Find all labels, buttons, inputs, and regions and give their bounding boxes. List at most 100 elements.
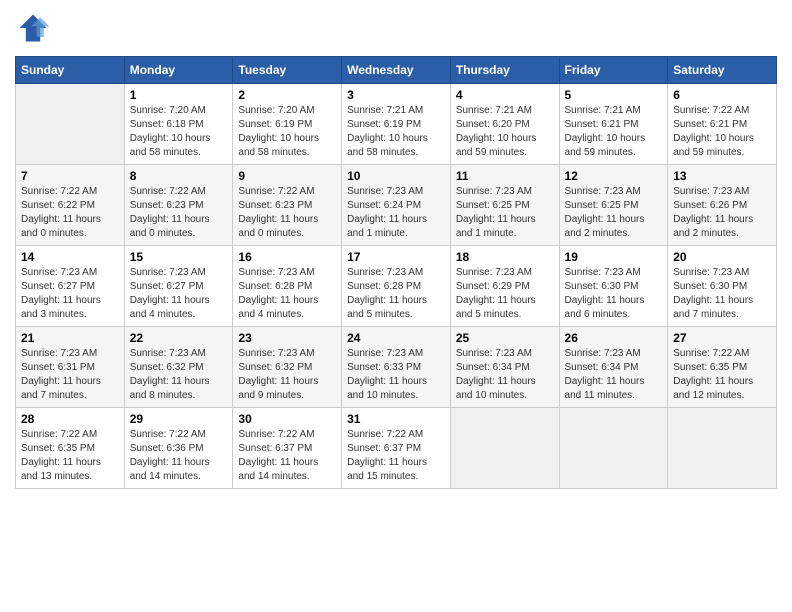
- day-info: Sunrise: 7:23 AM Sunset: 6:30 PM Dayligh…: [673, 266, 771, 322]
- day-info: Sunrise: 7:21 AM Sunset: 6:19 PM Dayligh…: [347, 104, 445, 160]
- calendar-cell: 11 Sunrise: 7:23 AM Sunset: 6:25 PM Dayli…: [450, 165, 559, 246]
- calendar-cell: [450, 408, 559, 489]
- day-number: 18: [456, 250, 554, 264]
- day-info: Sunrise: 7:23 AM Sunset: 6:28 PM Dayligh…: [238, 266, 336, 322]
- day-number: 13: [673, 169, 771, 183]
- day-number: 27: [673, 331, 771, 345]
- calendar-week-row: 28Sunrise: 7:22 AM Sunset: 6:35 PM Dayli…: [16, 408, 777, 489]
- day-number: 21: [21, 331, 119, 345]
- calendar-cell: 23 Sunrise: 7:23 AM Sunset: 6:32 PM Dayli…: [233, 327, 342, 408]
- weekday-header-cell: Saturday: [668, 57, 777, 84]
- day-info: Sunrise: 7:20 AM Sunset: 6:19 PM Dayligh…: [238, 104, 336, 160]
- day-info: Sunrise: 7:23 AM Sunset: 6:25 PM Dayligh…: [456, 185, 554, 241]
- calendar-cell: [16, 84, 125, 165]
- day-info: Sunrise: 7:21 AM Sunset: 6:21 PM Dayligh…: [565, 104, 663, 160]
- calendar-cell: 12 Sunrise: 7:23 AM Sunset: 6:25 PM Dayli…: [559, 165, 668, 246]
- calendar-cell: 18Sunrise: 7:23 AM Sunset: 6:29 PM Dayli…: [450, 246, 559, 327]
- calendar-cell: 4 Sunrise: 7:21 AM Sunset: 6:20 PM Daylig…: [450, 84, 559, 165]
- day-number: 11: [456, 169, 554, 183]
- day-number: 28: [21, 412, 119, 426]
- calendar-cell: 9 Sunrise: 7:22 AM Sunset: 6:23 PM Daylig…: [233, 165, 342, 246]
- calendar-cell: 31 Sunrise: 7:22 AM Sunset: 6:37 PM Dayli…: [342, 408, 451, 489]
- day-number: 4: [456, 88, 554, 102]
- day-number: 26: [565, 331, 663, 345]
- day-number: 5: [565, 88, 663, 102]
- calendar-cell: 20 Sunrise: 7:23 AM Sunset: 6:30 PM Dayli…: [668, 246, 777, 327]
- day-number: 31: [347, 412, 445, 426]
- day-info: Sunrise: 7:22 AM Sunset: 6:36 PM Dayligh…: [130, 428, 228, 484]
- calendar-week-row: 21 Sunrise: 7:23 AM Sunset: 6:31 PM Dayli…: [16, 327, 777, 408]
- day-number: 17: [347, 250, 445, 264]
- day-number: 7: [21, 169, 119, 183]
- day-number: 20: [673, 250, 771, 264]
- day-number: 24: [347, 331, 445, 345]
- day-number: 22: [130, 331, 228, 345]
- day-number: 15: [130, 250, 228, 264]
- day-info: Sunrise: 7:20 AM Sunset: 6:18 PM Dayligh…: [130, 104, 228, 160]
- day-info: Sunrise: 7:23 AM Sunset: 6:28 PM Dayligh…: [347, 266, 445, 322]
- day-number: 12: [565, 169, 663, 183]
- day-number: 9: [238, 169, 336, 183]
- calendar-week-row: 7Sunrise: 7:22 AM Sunset: 6:22 PM Daylig…: [16, 165, 777, 246]
- day-number: 30: [238, 412, 336, 426]
- calendar-cell: 2 Sunrise: 7:20 AM Sunset: 6:19 PM Daylig…: [233, 84, 342, 165]
- calendar-body: 1 Sunrise: 7:20 AM Sunset: 6:18 PM Daylig…: [16, 84, 777, 489]
- day-info: Sunrise: 7:23 AM Sunset: 6:34 PM Dayligh…: [565, 347, 663, 403]
- day-info: Sunrise: 7:23 AM Sunset: 6:24 PM Dayligh…: [347, 185, 445, 241]
- day-info: Sunrise: 7:23 AM Sunset: 6:33 PM Dayligh…: [347, 347, 445, 403]
- calendar-cell: 25Sunrise: 7:23 AM Sunset: 6:34 PM Dayli…: [450, 327, 559, 408]
- weekday-header-cell: Friday: [559, 57, 668, 84]
- calendar-cell: 14Sunrise: 7:23 AM Sunset: 6:27 PM Dayli…: [16, 246, 125, 327]
- calendar-cell: 27 Sunrise: 7:22 AM Sunset: 6:35 PM Dayli…: [668, 327, 777, 408]
- day-info: Sunrise: 7:23 AM Sunset: 6:26 PM Dayligh…: [673, 185, 771, 241]
- calendar-cell: 21 Sunrise: 7:23 AM Sunset: 6:31 PM Dayli…: [16, 327, 125, 408]
- calendar-table: SundayMondayTuesdayWednesdayThursdayFrid…: [15, 56, 777, 489]
- day-info: Sunrise: 7:21 AM Sunset: 6:20 PM Dayligh…: [456, 104, 554, 160]
- calendar-cell: 26 Sunrise: 7:23 AM Sunset: 6:34 PM Dayli…: [559, 327, 668, 408]
- calendar-cell: [559, 408, 668, 489]
- calendar-cell: 6 Sunrise: 7:22 AM Sunset: 6:21 PM Daylig…: [668, 84, 777, 165]
- calendar-cell: 15Sunrise: 7:23 AM Sunset: 6:27 PM Dayli…: [124, 246, 233, 327]
- day-info: Sunrise: 7:22 AM Sunset: 6:37 PM Dayligh…: [347, 428, 445, 484]
- calendar-cell: 7Sunrise: 7:22 AM Sunset: 6:22 PM Daylig…: [16, 165, 125, 246]
- calendar-cell: 30 Sunrise: 7:22 AM Sunset: 6:37 PM Dayli…: [233, 408, 342, 489]
- day-info: Sunrise: 7:22 AM Sunset: 6:35 PM Dayligh…: [673, 347, 771, 403]
- calendar-cell: 10Sunrise: 7:23 AM Sunset: 6:24 PM Dayli…: [342, 165, 451, 246]
- day-info: Sunrise: 7:22 AM Sunset: 6:23 PM Dayligh…: [238, 185, 336, 241]
- calendar-cell: 29Sunrise: 7:22 AM Sunset: 6:36 PM Dayli…: [124, 408, 233, 489]
- calendar-cell: [668, 408, 777, 489]
- calendar-cell: 24 Sunrise: 7:23 AM Sunset: 6:33 PM Dayli…: [342, 327, 451, 408]
- day-number: 2: [238, 88, 336, 102]
- weekday-header-cell: Thursday: [450, 57, 559, 84]
- weekday-header-cell: Monday: [124, 57, 233, 84]
- day-info: Sunrise: 7:23 AM Sunset: 6:31 PM Dayligh…: [21, 347, 119, 403]
- calendar-cell: 22 Sunrise: 7:23 AM Sunset: 6:32 PM Dayli…: [124, 327, 233, 408]
- weekday-header-cell: Wednesday: [342, 57, 451, 84]
- calendar-cell: 28Sunrise: 7:22 AM Sunset: 6:35 PM Dayli…: [16, 408, 125, 489]
- day-number: 25: [456, 331, 554, 345]
- calendar-week-row: 1 Sunrise: 7:20 AM Sunset: 6:18 PM Daylig…: [16, 84, 777, 165]
- calendar-cell: 8Sunrise: 7:22 AM Sunset: 6:23 PM Daylig…: [124, 165, 233, 246]
- day-number: 19: [565, 250, 663, 264]
- day-info: Sunrise: 7:22 AM Sunset: 6:37 PM Dayligh…: [238, 428, 336, 484]
- weekday-header-row: SundayMondayTuesdayWednesdayThursdayFrid…: [16, 57, 777, 84]
- day-number: 1: [130, 88, 228, 102]
- day-info: Sunrise: 7:23 AM Sunset: 6:32 PM Dayligh…: [130, 347, 228, 403]
- day-info: Sunrise: 7:23 AM Sunset: 6:30 PM Dayligh…: [565, 266, 663, 322]
- day-number: 6: [673, 88, 771, 102]
- page-header: [15, 10, 777, 46]
- calendar-cell: 13 Sunrise: 7:23 AM Sunset: 6:26 PM Dayli…: [668, 165, 777, 246]
- day-number: 23: [238, 331, 336, 345]
- logo-icon: [15, 10, 51, 46]
- day-number: 3: [347, 88, 445, 102]
- day-number: 8: [130, 169, 228, 183]
- calendar-week-row: 14Sunrise: 7:23 AM Sunset: 6:27 PM Dayli…: [16, 246, 777, 327]
- calendar-cell: 17 Sunrise: 7:23 AM Sunset: 6:28 PM Dayli…: [342, 246, 451, 327]
- day-info: Sunrise: 7:23 AM Sunset: 6:25 PM Dayligh…: [565, 185, 663, 241]
- day-info: Sunrise: 7:23 AM Sunset: 6:27 PM Dayligh…: [21, 266, 119, 322]
- day-info: Sunrise: 7:23 AM Sunset: 6:32 PM Dayligh…: [238, 347, 336, 403]
- day-info: Sunrise: 7:22 AM Sunset: 6:21 PM Dayligh…: [673, 104, 771, 160]
- calendar-cell: 1 Sunrise: 7:20 AM Sunset: 6:18 PM Daylig…: [124, 84, 233, 165]
- calendar-cell: 3 Sunrise: 7:21 AM Sunset: 6:19 PM Daylig…: [342, 84, 451, 165]
- calendar-cell: 19 Sunrise: 7:23 AM Sunset: 6:30 PM Dayli…: [559, 246, 668, 327]
